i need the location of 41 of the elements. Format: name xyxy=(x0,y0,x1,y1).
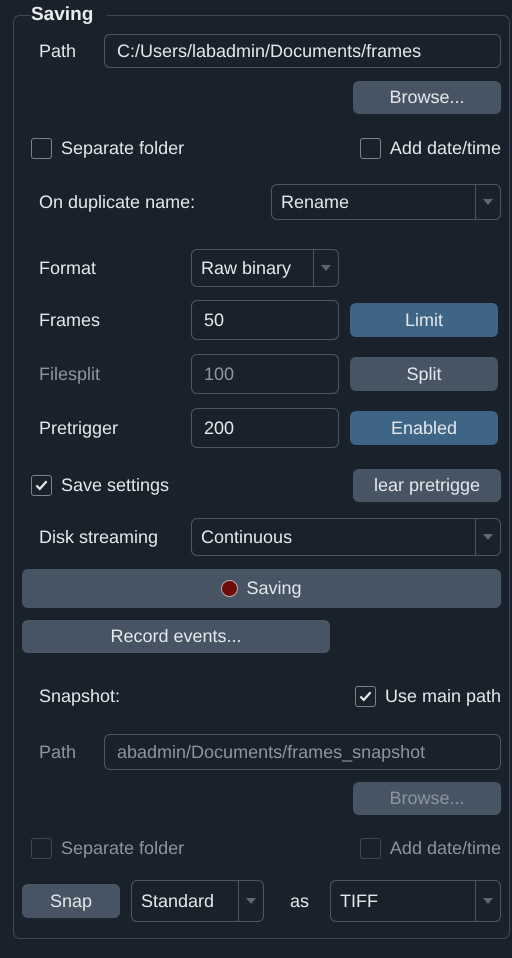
duplicate-dropdown[interactable]: Rename xyxy=(271,184,501,220)
toggle-button[interactable]: Limit xyxy=(350,303,498,337)
number-field[interactable]: 200 xyxy=(191,408,339,448)
checkbox-label: Separate folder xyxy=(61,138,184,158)
snap-button[interactable]: Snap xyxy=(22,884,120,918)
checkbox-label: Add date/time xyxy=(390,838,501,858)
path-label: Path xyxy=(38,742,78,762)
disk-streaming-label: Disk streaming xyxy=(38,526,160,548)
checkbox[interactable] xyxy=(31,474,52,496)
format-label: Format xyxy=(38,258,98,278)
dropdown-arrow-icon xyxy=(246,898,256,904)
format-dropdown[interactable]: Raw binary xyxy=(191,249,339,287)
path-label: Path xyxy=(38,40,78,62)
dropdown-arrow-icon xyxy=(483,898,493,904)
snap-mode-dropdown[interactable]: Standard xyxy=(131,880,264,922)
number-field[interactable]: 50 xyxy=(191,300,339,340)
disk-streaming-dropdown[interactable]: Continuous xyxy=(191,518,501,556)
checkbox-label: Use main path xyxy=(384,686,501,706)
dropdown-arrow-icon xyxy=(483,534,493,540)
dropdown-arrow-icon xyxy=(483,199,493,205)
browse-button[interactable]: Browse... xyxy=(353,81,501,114)
group-title: Saving xyxy=(31,4,94,26)
file-type-dropdown[interactable]: TIFF xyxy=(330,880,501,922)
dropdown-arrow-icon xyxy=(321,265,331,271)
checkbox-label: Add date/time xyxy=(390,138,501,158)
as-label: as xyxy=(290,890,310,912)
counter-label: Frames xyxy=(38,310,102,330)
saving-button[interactable]: Saving xyxy=(22,569,501,608)
toggle-button[interactable]: Enabled xyxy=(350,411,498,445)
counter-label: Filesplit xyxy=(38,364,102,384)
clear-pretrigger-button[interactable]: lear pretrigge xyxy=(353,468,501,502)
counter-label: Pretrigger xyxy=(38,418,120,438)
path-field[interactable]: C:/Users/labadmin/Documents/frames xyxy=(104,34,501,68)
checkbox-label: Save settings xyxy=(61,474,170,496)
checkbox[interactable] xyxy=(354,686,376,706)
duplicate-label: On duplicate name: xyxy=(38,192,196,212)
checkbox[interactable] xyxy=(31,138,52,158)
snapshot-label: Snapshot: xyxy=(38,686,120,706)
checkbox-label: Separate folder xyxy=(61,838,184,858)
checkbox[interactable] xyxy=(360,138,381,158)
record-events-button[interactable]: Record events... xyxy=(22,620,330,652)
